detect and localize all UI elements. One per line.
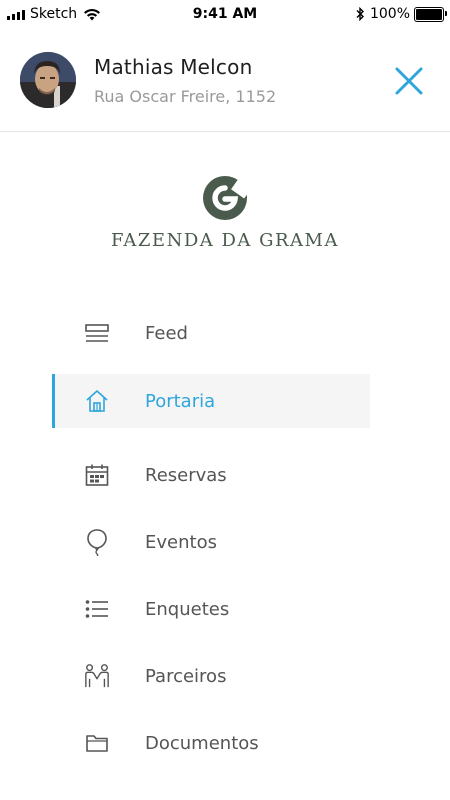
menu-item-portaria[interactable]: Portaria	[52, 374, 370, 428]
menu-item-enquetes[interactable]: Enquetes	[52, 582, 370, 636]
bluetooth-icon	[356, 7, 364, 21]
close-button[interactable]	[394, 66, 424, 96]
logo-text: FAZENDA DA GRAMA	[111, 230, 339, 251]
user-name: Mathias Melcon	[94, 55, 253, 79]
list-icon	[84, 596, 110, 622]
close-icon	[395, 67, 423, 95]
menu-item-label: Reservas	[145, 464, 227, 486]
menu-item-label: Enquetes	[145, 598, 230, 620]
feed-icon	[84, 320, 110, 346]
menu-item-reservas[interactable]: Reservas	[52, 448, 370, 502]
balloon-icon	[84, 529, 110, 556]
user-address: Rua Oscar Freire, 1152	[94, 87, 277, 106]
menu-item-documentos[interactable]: Documentos	[52, 716, 370, 770]
brand-logo: FAZENDA DA GRAMA	[0, 174, 450, 251]
menu-item-label: Portaria	[145, 390, 216, 412]
status-bar: Sketch 9:41 AM 100%	[0, 0, 450, 28]
menu-item-label: Parceiros	[145, 665, 227, 687]
menu-item-label: Eventos	[145, 531, 217, 553]
battery-percent: 100%	[369, 6, 410, 22]
drawer-header: Mathias Melcon Rua Oscar Freire, 1152	[0, 28, 450, 132]
battery-icon	[414, 6, 447, 22]
partners-icon	[84, 663, 110, 689]
status-right: 100%	[355, 6, 447, 22]
menu-item-parceiros[interactable]: Parceiros	[52, 649, 370, 703]
folder-icon	[84, 730, 110, 756]
home-icon	[84, 388, 110, 414]
menu-item-label: Feed	[145, 322, 188, 344]
menu-item-eventos[interactable]: Eventos	[52, 515, 370, 569]
menu-item-feed[interactable]: Feed	[52, 306, 370, 360]
logo-mark-icon	[203, 176, 249, 220]
menu-item-label: Documentos	[145, 732, 259, 754]
calendar-icon	[84, 462, 110, 488]
avatar-photo	[20, 52, 76, 108]
avatar[interactable]	[20, 52, 76, 108]
